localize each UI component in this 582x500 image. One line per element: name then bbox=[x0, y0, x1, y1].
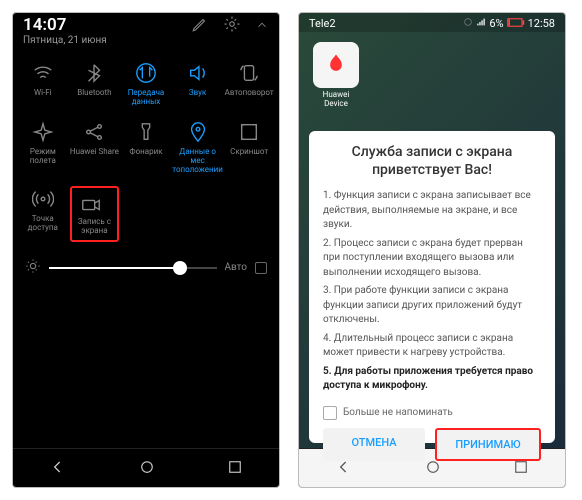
qs-label: Фонарик bbox=[129, 148, 162, 166]
qs-label: Передачаданных bbox=[128, 89, 165, 107]
nav-recent[interactable] bbox=[226, 458, 244, 480]
qs-header: 14:07 Пятница, 21 июня bbox=[13, 13, 279, 54]
phone-dialog: Tele2 6% 12:58 Huawei Device Служба запи… bbox=[298, 12, 566, 488]
dont-ask-row[interactable]: Больше не напоминать bbox=[323, 406, 541, 420]
accept-button[interactable]: ПРИНИМАЮ bbox=[435, 428, 541, 461]
qs-toggle-share[interactable]: Huawei Share bbox=[69, 113, 121, 180]
data-icon bbox=[133, 60, 159, 86]
app-label: Huawei Device bbox=[313, 91, 359, 109]
dialog-p1: 1. Функция записи с экрана записывает вс… bbox=[323, 189, 541, 233]
share-icon bbox=[81, 119, 107, 145]
nav-home[interactable] bbox=[424, 458, 442, 480]
dialog-p4: 4. Длительный процесс записи с экрана мо… bbox=[323, 332, 541, 361]
qs-label: Запись сэкрана bbox=[78, 218, 111, 236]
qs-toggle-wifi[interactable]: Wi-Fi bbox=[17, 54, 69, 113]
qs-toggle-airplane[interactable]: Режим полета bbox=[17, 113, 69, 180]
brightness-track[interactable] bbox=[49, 267, 217, 269]
qs-label: Данные о местоположении bbox=[172, 148, 224, 174]
dialog-p2: 2. Процесс записи с экрана будет прерван… bbox=[323, 237, 541, 281]
battery-pct: 6% bbox=[489, 17, 503, 30]
dialog-title: Служба записи с экрана приветствует Вас! bbox=[323, 143, 541, 179]
edit-icon[interactable] bbox=[191, 15, 209, 37]
auto-brightness-label: Авто bbox=[225, 262, 248, 273]
record-icon bbox=[78, 192, 104, 218]
qs-label: Huawei Share bbox=[70, 148, 119, 166]
qs-toggle-rotate[interactable]: Автоповорот bbox=[223, 54, 275, 113]
qs-toggle-sound[interactable]: Звук bbox=[172, 54, 224, 113]
wifi-icon bbox=[30, 60, 56, 86]
brightness-icon bbox=[25, 258, 41, 277]
qs-label: Bluetooth bbox=[77, 89, 111, 107]
qs-label: Звук bbox=[189, 89, 206, 107]
dialog-body: 1. Функция записи с экрана записывает вс… bbox=[323, 189, 541, 398]
settings-icon[interactable] bbox=[223, 15, 241, 37]
qs-label: Точка доступа bbox=[17, 215, 69, 233]
location-icon bbox=[185, 119, 211, 145]
nav-home[interactable] bbox=[138, 458, 156, 480]
dialog-p3: 3. При работе функции записи с экрана фу… bbox=[323, 284, 541, 328]
battery-icon bbox=[507, 17, 525, 30]
brightness-slider[interactable]: Авто bbox=[13, 248, 279, 287]
dialog-p5: 5. Для работы приложения требуется право… bbox=[323, 365, 541, 394]
app-icon-huawei-device[interactable]: Huawei Device bbox=[313, 42, 359, 109]
dont-ask-label: Больше не напоминать bbox=[343, 407, 453, 418]
cancel-button[interactable]: ОТМЕНА bbox=[323, 428, 425, 461]
qs-toggle-screenshot[interactable]: Скриншот bbox=[223, 113, 275, 180]
screenshot-icon bbox=[236, 119, 262, 145]
qs-label: Скриншот bbox=[230, 148, 268, 166]
qs-toggle-record[interactable]: Запись сэкрана bbox=[69, 180, 121, 248]
airplane-icon bbox=[30, 119, 56, 145]
signal-icon bbox=[476, 17, 486, 30]
nfc-icon bbox=[463, 17, 473, 30]
quick-settings-grid: Wi-Fi Bluetooth Передачаданных Звук Автопово… bbox=[13, 54, 279, 248]
qs-toggle-torch[interactable]: Фонарик bbox=[120, 113, 172, 180]
bluetooth-icon bbox=[81, 60, 107, 86]
phone-quicksettings: 14:07 Пятница, 21 июня Wi-Fi Bluetooth Пер… bbox=[12, 12, 280, 488]
carrier-label: Tele2 bbox=[309, 17, 336, 30]
screen-record-dialog: Служба записи с экрана приветствует Вас!… bbox=[309, 131, 555, 443]
nav-back[interactable] bbox=[48, 457, 68, 481]
brightness-thumb[interactable] bbox=[173, 261, 187, 275]
rotate-icon bbox=[236, 60, 262, 86]
torch-icon bbox=[133, 119, 159, 145]
nav-recent[interactable] bbox=[512, 458, 530, 480]
qs-label: Wi-Fi bbox=[34, 89, 52, 107]
qs-toggle-bluetooth[interactable]: Bluetooth bbox=[69, 54, 121, 113]
qs-toggle-location[interactable]: Данные о местоположении bbox=[172, 113, 224, 180]
qs-toggle-data[interactable]: Передачаданных bbox=[120, 54, 172, 113]
clock: 12:58 bbox=[528, 17, 555, 30]
nav-bar bbox=[13, 448, 279, 487]
clock-date: Пятница, 21 июня bbox=[23, 35, 107, 46]
sound-icon bbox=[185, 60, 211, 86]
qs-label: Режим полета bbox=[17, 148, 69, 166]
qs-label: Автоповорот bbox=[225, 89, 274, 107]
hotspot-icon bbox=[30, 186, 56, 212]
status-bar: Tele2 6% 12:58 bbox=[299, 13, 565, 32]
expand-icon[interactable] bbox=[255, 17, 269, 36]
auto-brightness-checkbox[interactable] bbox=[255, 262, 267, 274]
dont-ask-checkbox[interactable] bbox=[323, 406, 337, 420]
clock-time: 14:07 bbox=[23, 15, 107, 35]
qs-toggle-hotspot[interactable]: Точка доступа bbox=[17, 180, 69, 248]
